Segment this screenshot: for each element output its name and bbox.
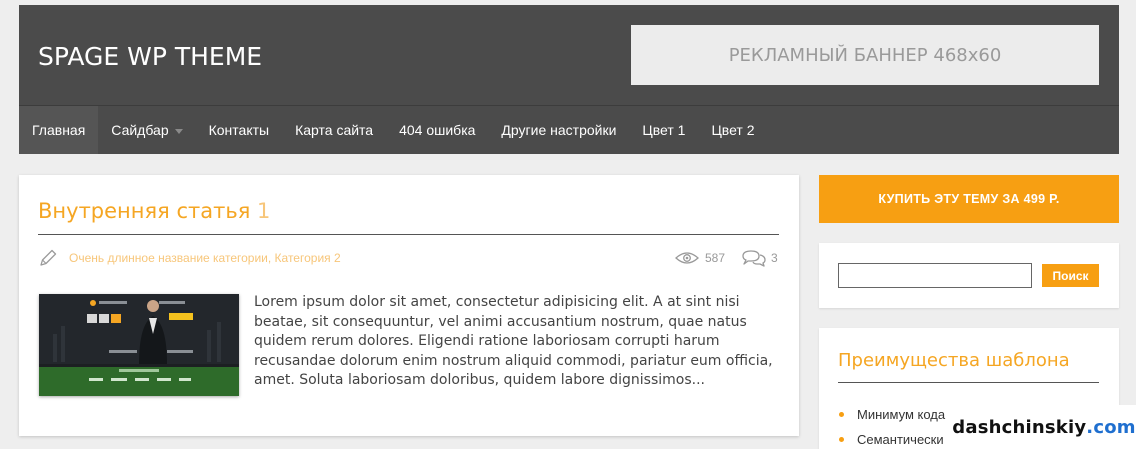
- search-input[interactable]: [838, 263, 1032, 288]
- widget-divider: [838, 382, 1099, 383]
- dropdown-arrow-icon: [174, 128, 183, 134]
- list-item[interactable]: Минимум кода: [838, 407, 945, 432]
- nav-item-home[interactable]: Главная: [19, 106, 99, 154]
- watermark-tld: .com: [1086, 416, 1136, 438]
- comment-count[interactable]: 3: [771, 251, 778, 265]
- comment-icon: [742, 250, 766, 267]
- nav-item-label: Карта сайта: [295, 122, 374, 138]
- site-header: SPAGE WP THEME РЕКЛАМНЫЙ БАННЕР 468x60: [19, 5, 1119, 105]
- nav-item-color-2[interactable]: Цвет 2: [698, 106, 767, 154]
- nav-item-other-settings[interactable]: Другие настройки: [488, 106, 629, 154]
- article-meta: Очень длинное название категории, Катего…: [38, 248, 779, 268]
- nav-item-color-1[interactable]: Цвет 1: [629, 106, 698, 154]
- nav-item-sidebar[interactable]: Сайдбар: [98, 106, 195, 154]
- article-title[interactable]: Внутренняя статья 1: [38, 199, 270, 223]
- article-title-number: 1: [257, 199, 271, 223]
- nav-item-label: Сайдбар: [111, 122, 169, 138]
- main-nav: Главная Сайдбар Контакты Карта сайта 404…: [19, 105, 1119, 154]
- search-widget: Поиск: [819, 243, 1119, 308]
- list-item[interactable]: Семантически: [838, 432, 945, 449]
- buy-theme-button[interactable]: КУПИТЬ ЭТУ ТЕМУ ЗА 499 Р.: [819, 175, 1119, 223]
- article-card: Внутренняя статья 1 Очень длинное назван…: [19, 175, 799, 436]
- nav-item-contacts[interactable]: Контакты: [196, 106, 282, 154]
- features-list: Минимум кода Семантически: [838, 407, 945, 449]
- widget-title: Преимущества шаблона: [838, 350, 1070, 371]
- category-link[interactable]: Категория 2: [275, 251, 341, 265]
- watermark-logo: dashchinskiy .com: [952, 405, 1136, 449]
- article-title-text: Внутренняя статья: [38, 199, 251, 223]
- article-thumbnail[interactable]: [39, 294, 239, 396]
- view-count: 587: [705, 251, 726, 265]
- nav-item-label: Контакты: [208, 122, 270, 138]
- site-title[interactable]: SPAGE WP THEME: [38, 43, 262, 71]
- nav-item-label: Главная: [32, 122, 86, 138]
- ad-banner[interactable]: РЕКЛАМНЫЙ БАННЕР 468x60: [631, 25, 1099, 85]
- article-excerpt: Lorem ipsum dolor sit amet, consectetur …: [254, 294, 773, 388]
- nav-item-label: 404 ошибка: [399, 122, 476, 138]
- nav-item-label: Цвет 1: [642, 122, 686, 138]
- watermark-main: dashchinskiy: [952, 416, 1087, 438]
- nav-item-label: Цвет 2: [711, 122, 755, 138]
- nav-item-404[interactable]: 404 ошибка: [386, 106, 488, 154]
- thumbnail-image: [39, 294, 239, 396]
- eye-icon: [675, 252, 699, 264]
- search-button[interactable]: Поиск: [1042, 264, 1099, 287]
- category-separator: ,: [267, 251, 275, 265]
- title-divider: [38, 234, 779, 235]
- category-link[interactable]: Очень длинное название категории: [69, 251, 268, 265]
- pencil-icon: [40, 249, 57, 266]
- nav-item-label: Другие настройки: [501, 122, 617, 138]
- article-categories: Очень длинное название категории, Катего…: [69, 251, 341, 265]
- nav-item-sitemap[interactable]: Карта сайта: [282, 106, 386, 154]
